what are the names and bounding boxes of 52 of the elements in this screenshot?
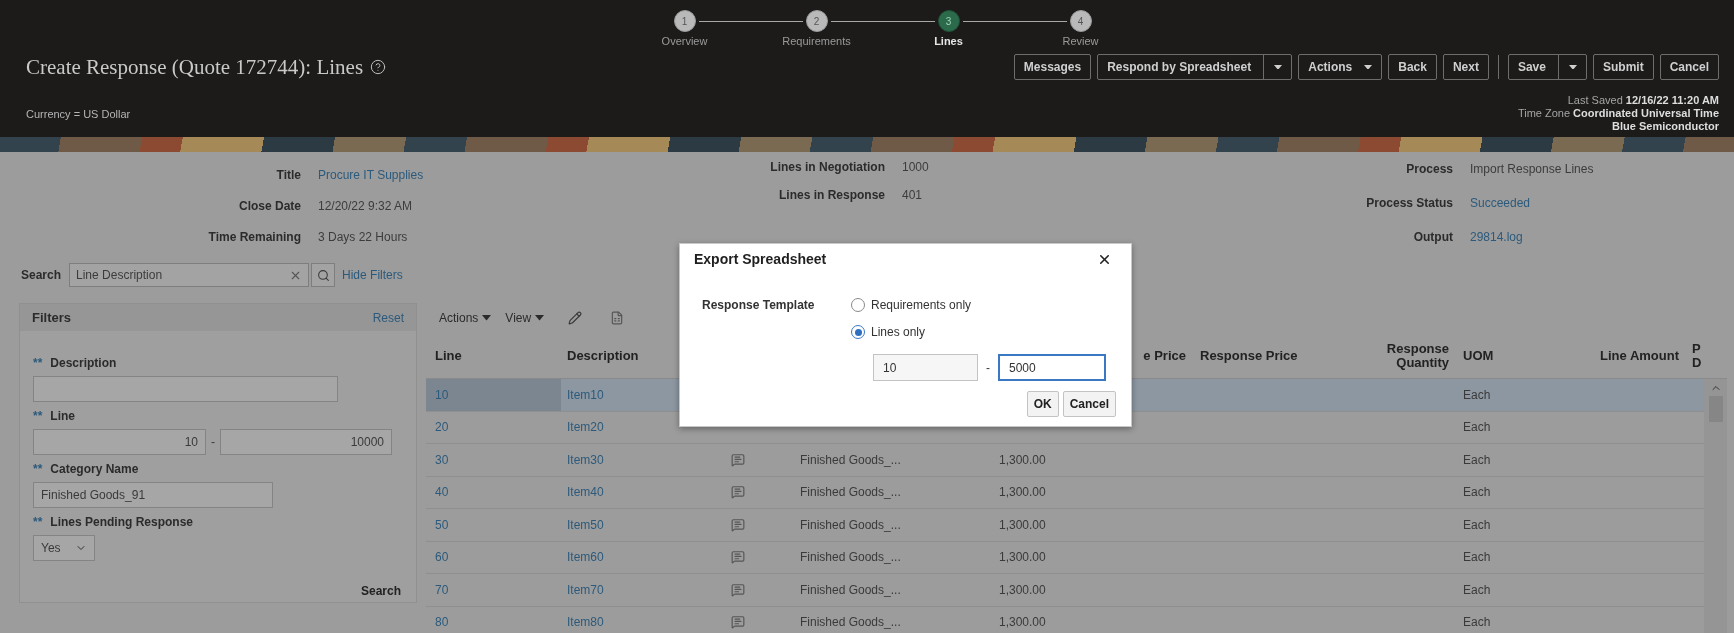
filter-label: Category Name [50,462,139,476]
table-cell-text: Each [1462,451,1492,469]
table-cell-text: Finished Goods_... [799,451,902,469]
table-cell-text: 1,300.00 [998,581,1047,599]
table-cell-text: Each [1462,549,1492,567]
table-cell-text: Finished Goods_... [799,549,902,567]
info-label: Process [1405,162,1453,176]
table-cell-text: 1,300.00 [998,451,1047,469]
info-value: 12/20/22 9:32 AM [318,198,413,213]
table-cell-text: Each [1462,516,1492,534]
currency-text: Currency = US Dollar [26,108,131,120]
table-cell-text: Finished Goods_... [799,484,902,502]
filter-label: Lines Pending Response [50,515,194,529]
info-label: Close Date [237,198,301,213]
table-cell-text: 1,300.00 [998,516,1047,534]
last-saved-text: Last Saved 12/16/22 11:20 AM [1567,94,1719,106]
table-cell-text: Finished Goods_... [799,516,902,534]
supplier-name: Blue Semiconductor [1612,120,1719,132]
required-marker: ** [33,356,43,370]
filters-title: Filters [32,310,71,325]
table-cell-text: Finished Goods_... [799,581,902,599]
info-value: 3 Days 22 Hours [318,229,408,244]
template-label: Response Template [702,298,816,312]
required-marker: ** [33,462,43,476]
info-value: 1000 [902,160,929,174]
table-cell-text: Each [1462,386,1492,404]
range-separator: - [211,435,215,449]
filter-label: Description [50,356,117,370]
table-cell-text: Finished Goods_... [799,614,902,632]
table-cell-text: 1,300.00 [998,484,1047,502]
range-separator: - [986,360,990,375]
page-title: Create Response (Quote 172744): Lines [26,54,364,80]
required-marker: ** [33,515,43,529]
info-value: Import Response Lines [1470,162,1594,176]
info-label: Process Status [1365,196,1453,210]
time-zone-text: Time Zone Coordinated Universal Time [1517,107,1719,119]
table-cell-text: Each [1462,614,1492,632]
table-cell-text: Each [1462,581,1492,599]
info-label: Lines in Response [777,188,885,202]
info-value: 401 [902,188,923,202]
search-label: Search [21,268,62,282]
filter-label: Line [50,409,75,423]
table-cell-text: Each [1462,484,1492,502]
info-label: Title [275,167,301,182]
dialog-title: Export Spreadsheet [694,251,827,267]
required-marker: ** [33,409,43,423]
info-label: Time Remaining [207,229,301,244]
info-label: Output [1412,230,1453,244]
table-cell-text: Each [1462,419,1492,437]
table-cell-text: 1,300.00 [998,614,1047,632]
table-cell-text: 1,300.00 [998,549,1047,567]
info-label: Lines in Negotiation [769,160,885,174]
